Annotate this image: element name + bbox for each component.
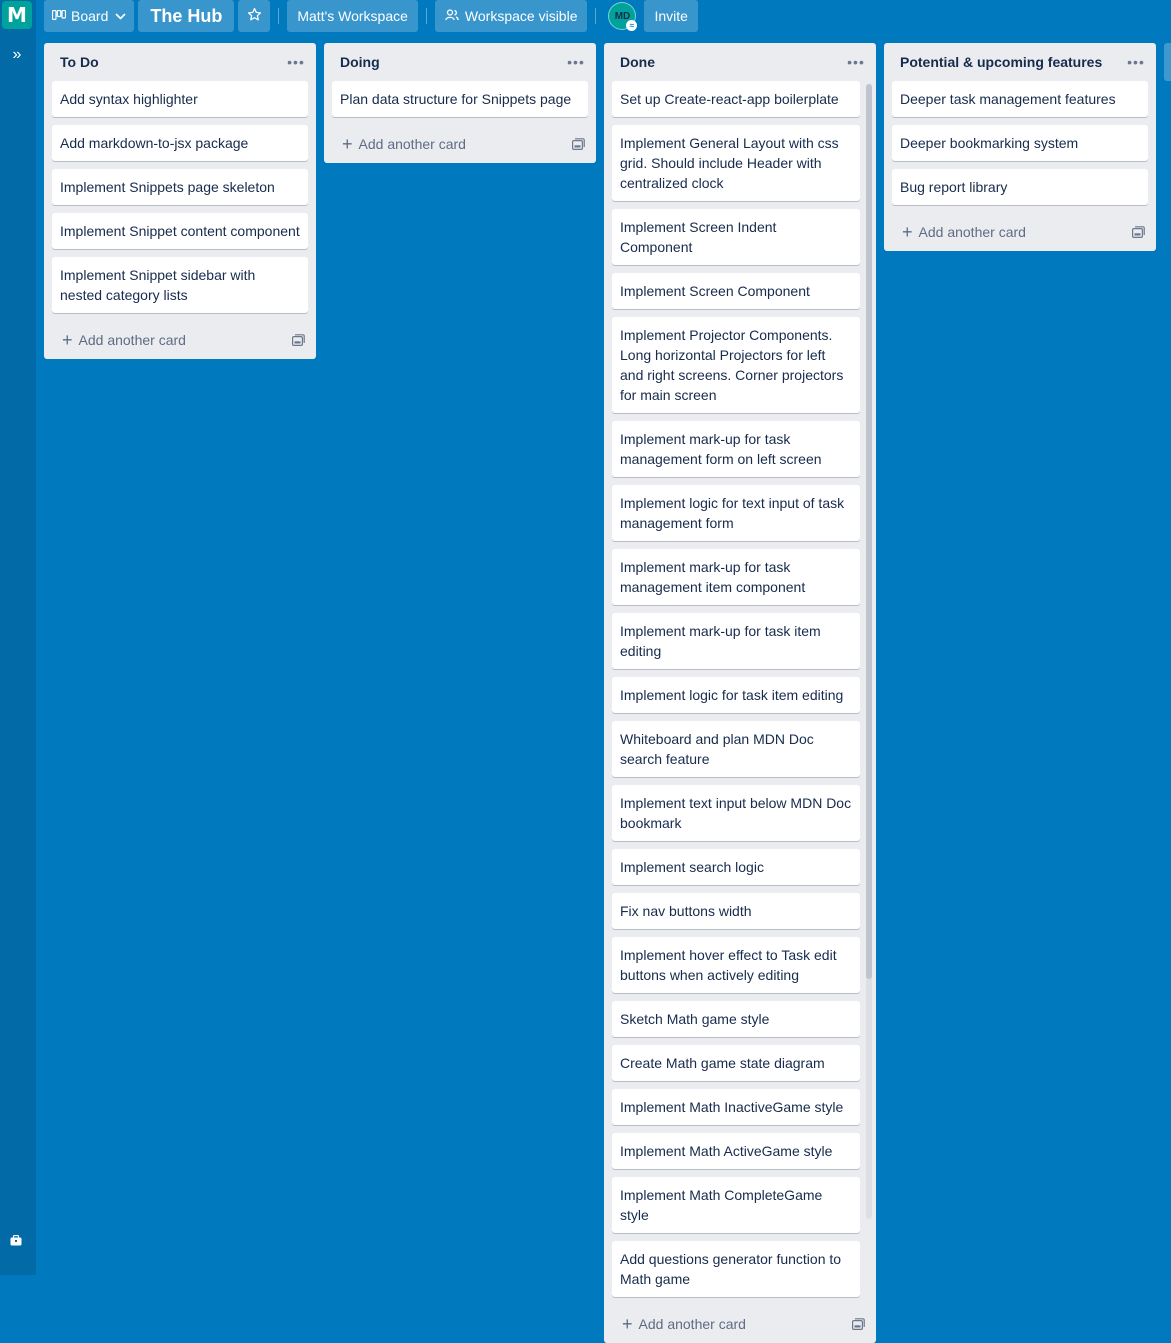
list-header: Done ••• — [604, 43, 876, 81]
workspace-sidebar: M » — [0, 0, 36, 1275]
list-header: To Do ••• — [44, 43, 316, 81]
add-card-button[interactable]: + Add another card — [62, 331, 186, 349]
card[interactable]: Implement search logic — [612, 849, 860, 885]
card-template-icon[interactable] — [850, 1316, 866, 1332]
card-list: Add syntax highlighter Add markdown-to-j… — [44, 81, 316, 313]
list-scrollbar[interactable] — [866, 84, 872, 1219]
visibility-button[interactable]: Workspace visible — [434, 0, 588, 32]
list-header: Doing ••• — [324, 43, 596, 81]
card[interactable]: Create Math game state diagram — [612, 1045, 860, 1081]
list-to-do: To Do ••• Add syntax highlighter Add mar… — [44, 43, 316, 359]
list-title[interactable]: Potential & upcoming features — [900, 54, 1102, 70]
card[interactable]: Fix nav buttons width — [612, 893, 860, 929]
card[interactable]: Implement Math CompleteGame style — [612, 1177, 860, 1233]
list-header: Potential & upcoming features ••• — [884, 43, 1156, 81]
add-card-label: Add another card — [918, 224, 1026, 240]
card[interactable]: Bug report library — [892, 169, 1148, 205]
list-doing: Doing ••• Plan data structure for Snippe… — [324, 43, 596, 163]
add-card-label: Add another card — [78, 332, 186, 348]
add-card-label: Add another card — [358, 136, 466, 152]
add-card-button[interactable]: + Add another card — [622, 1315, 746, 1333]
card[interactable]: Implement Snippets page skeleton — [52, 169, 308, 205]
plus-icon: + — [342, 134, 353, 154]
card[interactable]: Implement hover effect to Task edit butt… — [612, 937, 860, 993]
card-list: Plan data structure for Snippets page — [324, 81, 596, 117]
briefcase-icon[interactable] — [6, 1230, 26, 1250]
ellipsis-icon[interactable]: ••• — [564, 50, 588, 74]
card[interactable]: Implement General Layout with css grid. … — [612, 125, 860, 201]
card[interactable]: Implement logic for task item editing — [612, 677, 860, 713]
card-list: Deeper task management features Deeper b… — [884, 81, 1156, 205]
list-footer: + Add another card — [324, 125, 596, 163]
add-card-button[interactable]: + Add another card — [902, 223, 1026, 241]
card[interactable]: Add syntax highlighter — [52, 81, 308, 117]
header-divider — [278, 8, 280, 24]
admin-icon: ≈ — [626, 20, 638, 31]
ellipsis-icon[interactable]: ••• — [1124, 50, 1148, 74]
scrollbar-thumb[interactable] — [866, 84, 872, 979]
card[interactable]: Plan data structure for Snippets page — [332, 81, 588, 117]
board-title[interactable]: The Hub — [138, 0, 235, 32]
card[interactable]: Implement logic for text input of task m… — [612, 485, 860, 541]
add-list-button[interactable] — [1164, 43, 1171, 81]
card[interactable]: Implement Screen Component — [612, 273, 860, 309]
list-title[interactable]: Doing — [340, 54, 380, 70]
list-potential-upcoming-features: Potential & upcoming features ••• Deeper… — [884, 43, 1156, 251]
card[interactable]: Add questions generator function to Math… — [612, 1241, 860, 1297]
invite-button[interactable]: Invite — [644, 0, 698, 32]
card-template-icon[interactable] — [290, 332, 306, 348]
header-divider — [595, 8, 597, 24]
add-card-label: Add another card — [638, 1316, 746, 1332]
chevron-down-icon — [115, 9, 126, 23]
people-icon — [445, 8, 459, 24]
workspace-badge[interactable]: M — [2, 1, 32, 29]
list-footer: + Add another card — [44, 321, 316, 359]
card[interactable]: Add markdown-to-jsx package — [52, 125, 308, 161]
card[interactable]: Whiteboard and plan MDN Doc search featu… — [612, 721, 860, 777]
card[interactable]: Implement Screen Indent Component — [612, 209, 860, 265]
star-icon — [247, 7, 262, 25]
plus-icon: + — [62, 330, 73, 350]
star-button[interactable] — [238, 0, 271, 32]
add-card-button[interactable]: + Add another card — [342, 135, 466, 153]
header-divider — [425, 8, 427, 24]
card[interactable]: Set up Create-react-app boilerplate — [612, 81, 860, 117]
plus-icon: + — [622, 1314, 633, 1334]
card[interactable]: Sketch Math game style — [612, 1001, 860, 1037]
list-title[interactable]: Done — [620, 54, 655, 70]
avatar[interactable]: MD ≈ — [608, 2, 638, 31]
card[interactable]: Implement mark-up for task management fo… — [612, 421, 860, 477]
card[interactable]: Deeper task management features — [892, 81, 1148, 117]
card[interactable]: Implement Snippet content component — [52, 213, 308, 249]
workspace-button[interactable]: Matt's Workspace — [287, 0, 418, 32]
card[interactable]: Implement mark-up for task management it… — [612, 549, 860, 605]
list-title[interactable]: To Do — [60, 54, 99, 70]
board-view-switcher[interactable]: Board — [44, 0, 135, 32]
card-list: Set up Create-react-app boilerplate Impl… — [604, 81, 876, 1297]
card[interactable]: Implement Snippet sidebar with nested ca… — [52, 257, 308, 313]
plus-icon: + — [902, 222, 913, 242]
card[interactable]: Implement Math ActiveGame style — [612, 1133, 860, 1169]
board-view-icon — [51, 9, 67, 23]
board-header: Board The Hub Matt's Workspace Workspace… — [36, 0, 1171, 32]
list-done: Done ••• Set up Create-react-app boilerp… — [604, 43, 876, 1343]
list-footer: + Add another card — [604, 1305, 876, 1343]
card[interactable]: Implement text input below MDN Doc bookm… — [612, 785, 860, 841]
card[interactable]: Implement mark-up for task item editing — [612, 613, 860, 669]
card[interactable]: Deeper bookmarking system — [892, 125, 1148, 161]
ellipsis-icon[interactable]: ••• — [844, 50, 868, 74]
card-template-icon[interactable] — [1130, 224, 1146, 240]
visibility-label: Workspace visible — [464, 8, 578, 24]
list-footer: + Add another card — [884, 213, 1156, 251]
card-template-icon[interactable] — [570, 136, 586, 152]
board-view-label: Board — [71, 8, 109, 24]
card[interactable]: Implement Math InactiveGame style — [612, 1089, 860, 1125]
card[interactable]: Implement Projector Components. Long hor… — [612, 317, 860, 413]
double-chevron-right-icon[interactable]: » — [6, 44, 28, 66]
ellipsis-icon[interactable]: ••• — [284, 50, 308, 74]
